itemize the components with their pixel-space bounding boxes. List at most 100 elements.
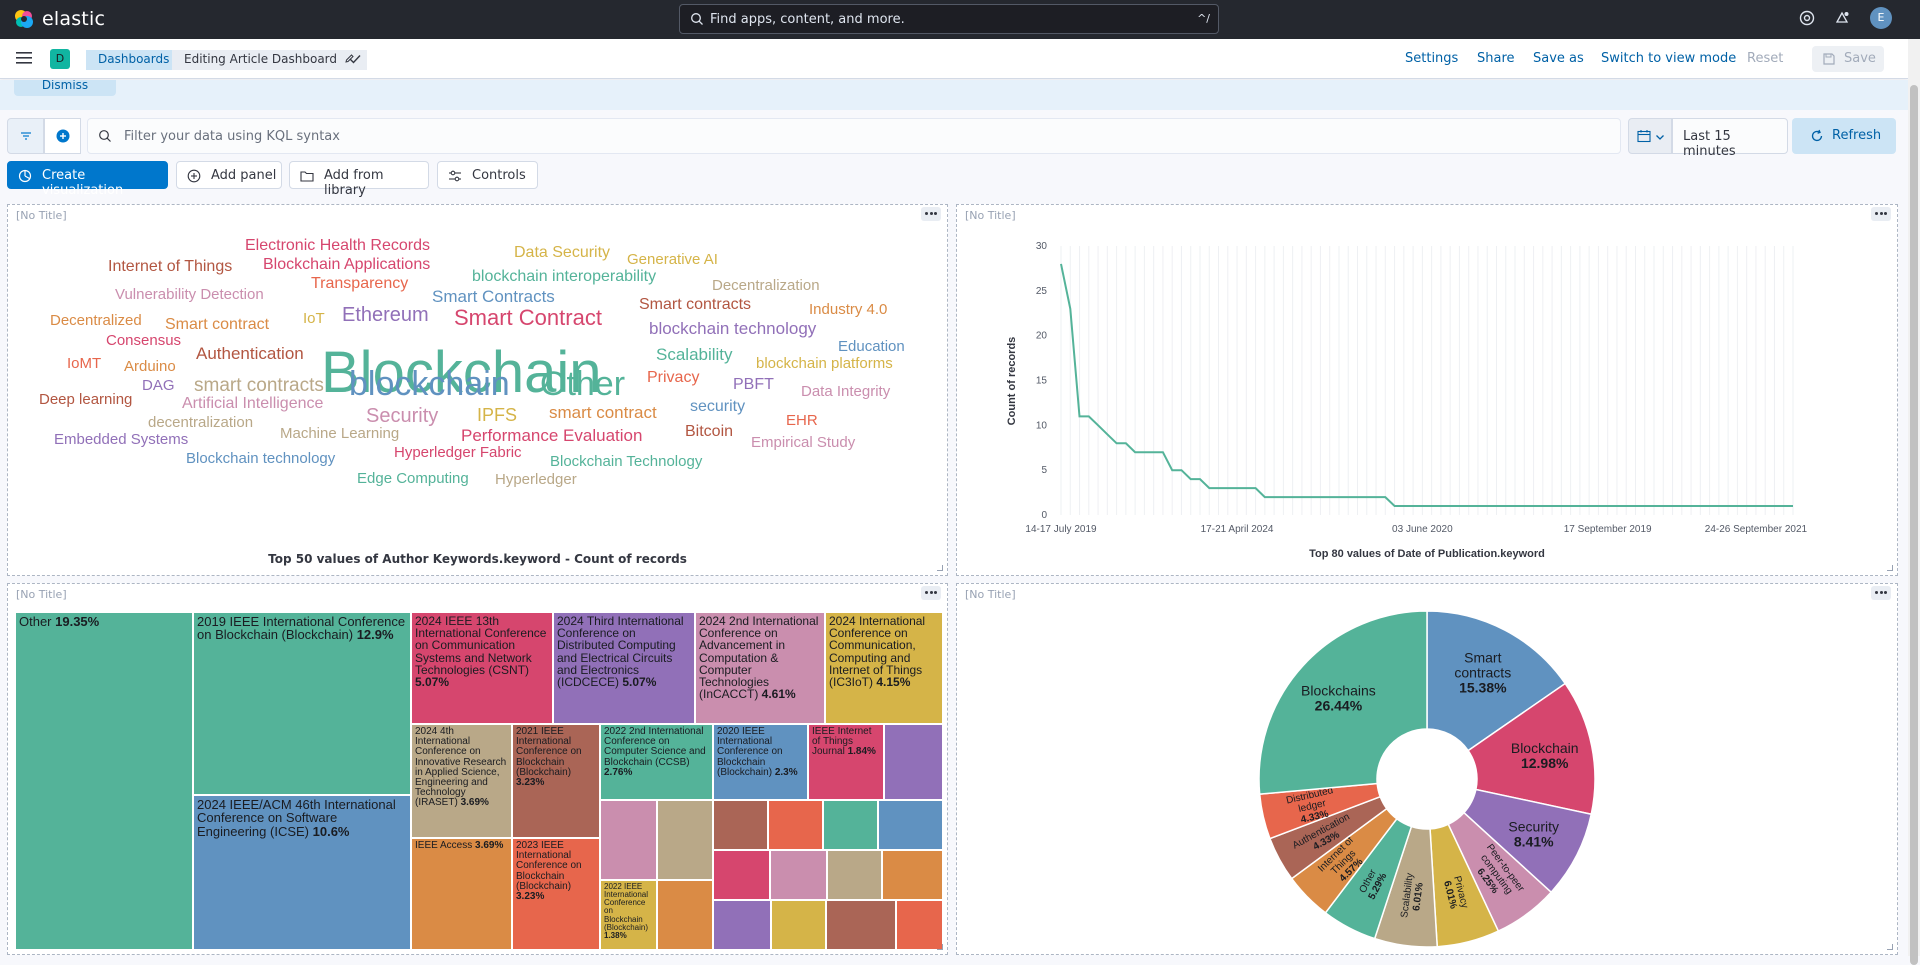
treemap-cell-2022-2nd-international-conference-on-com[interactable]: 2022 2nd International Conference on Com… — [600, 724, 713, 800]
kql-query-input[interactable]: Filter your data using KQL syntax — [87, 118, 1621, 154]
save-button[interactable]: Save — [1812, 46, 1884, 72]
wordcloud-word[interactable]: Scalability — [656, 346, 733, 363]
wordcloud-word[interactable]: PBFT — [733, 377, 774, 393]
newsfeed-icon[interactable] — [1834, 10, 1850, 26]
wordcloud-word[interactable]: Smart Contract — [454, 307, 602, 329]
panel-options-button[interactable] — [921, 207, 941, 221]
treemap-cell[interactable] — [657, 880, 713, 950]
treemap-cell[interactable] — [657, 800, 713, 880]
wordcloud-word[interactable]: Blockchain technology — [186, 451, 335, 466]
wordcloud-word[interactable]: blockchain interoperability — [472, 269, 656, 285]
add-from-library-button[interactable]: Add from library — [289, 161, 429, 198]
wordcloud-word[interactable]: Data Integrity — [801, 384, 890, 399]
wordcloud-word[interactable]: Other — [540, 367, 625, 401]
page-scrollbar[interactable] — [1908, 39, 1920, 965]
add-panel-button[interactable]: Add panel — [176, 161, 282, 189]
quick-date-menu-button[interactable] — [1628, 118, 1672, 154]
treemap-cell[interactable] — [713, 850, 770, 900]
wordcloud-word[interactable]: Blockchain Technology — [550, 454, 702, 469]
wordcloud-word[interactable]: smart contracts — [194, 376, 324, 395]
wordcloud-word[interactable]: Performance Evaluation — [461, 427, 642, 444]
wordcloud-word[interactable]: Ethereum — [342, 305, 429, 325]
treemap-cell[interactable] — [884, 724, 943, 800]
wordcloud-word[interactable]: Hyperledger Fabric — [394, 445, 522, 460]
treemap-cell-2024-4th-international-conference-on-inn[interactable]: 2024 4th International Conference on Inn… — [411, 724, 512, 838]
wordcloud-word[interactable]: Artificial Intelligence — [182, 396, 323, 412]
resize-handle[interactable] — [1887, 944, 1893, 950]
wordcloud-word[interactable]: IPFS — [477, 406, 517, 424]
treemap-cell-2024-ieee-13th-international-conference-[interactable]: 2024 IEEE 13th International Conference … — [411, 612, 553, 724]
treemap-cell[interactable] — [826, 900, 896, 950]
wordcloud-word[interactable]: Smart Contracts — [432, 288, 555, 305]
add-filter-button[interactable] — [44, 118, 81, 154]
wordcloud-word[interactable]: Consensus — [106, 333, 181, 348]
treemap-cell[interactable] — [713, 900, 771, 950]
wordcloud-word[interactable]: Deep learning — [39, 392, 132, 407]
wordcloud-word[interactable]: smart contract — [549, 404, 657, 421]
scrollbar-thumb[interactable] — [1910, 85, 1918, 965]
dismiss-button[interactable]: Dismiss — [14, 80, 116, 96]
wordcloud-word[interactable]: Internet of Things — [108, 259, 232, 275]
wordcloud-word[interactable]: Hyperledger — [495, 472, 577, 487]
wordcloud-word[interactable]: Industry 4.0 — [809, 302, 887, 317]
wordcloud-word[interactable]: decentralization — [148, 415, 253, 430]
treemap-cell-ieee-internet-of-things-journal[interactable]: IEEE Internet of Things Journal 1.84% — [808, 724, 884, 800]
series-line[interactable] — [1060, 263, 1793, 507]
treemap-cell[interactable] — [896, 900, 943, 950]
wordcloud-word[interactable]: Empirical Study — [751, 435, 855, 450]
treemap-cell[interactable] — [713, 800, 768, 850]
treemap-cell[interactable] — [882, 850, 943, 900]
wordcloud-word[interactable]: Education — [838, 339, 905, 354]
wordcloud-word[interactable]: IoT — [303, 311, 325, 326]
elastic-logo[interactable]: elastic — [14, 8, 105, 30]
resize-handle[interactable] — [1887, 565, 1893, 571]
global-search-input[interactable]: Find apps, content, and more. ^/ — [679, 4, 1219, 34]
wordcloud-word[interactable]: Bitcoin — [685, 424, 733, 440]
wordcloud-word[interactable]: IoMT — [67, 356, 101, 371]
help-icon[interactable] — [1799, 10, 1815, 26]
treemap-cell-2022-ieee-international-conference-on-bl[interactable]: 2022 IEEE International Conference on Bl… — [600, 880, 657, 950]
treemap-cell-other[interactable]: Other 19.35% — [15, 612, 193, 950]
wordcloud-word[interactable]: blockchain platforms — [756, 356, 893, 371]
wordcloud-word[interactable]: Decentralization — [712, 278, 820, 293]
wordcloud-word[interactable]: Vulnerability Detection — [115, 287, 264, 302]
settings-link[interactable]: Settings — [1405, 51, 1458, 66]
wordcloud-word[interactable]: Privacy — [647, 370, 699, 386]
treemap-cell[interactable] — [823, 800, 878, 850]
treemap-cell-2024-2nd-international-conference-on-adv[interactable]: 2024 2nd International Conference on Adv… — [695, 612, 825, 724]
treemap-cell[interactable] — [827, 850, 882, 900]
share-link[interactable]: Share — [1477, 51, 1515, 66]
treemap-cell-2024-third-international-conference-on-d[interactable]: 2024 Third International Conference on D… — [553, 612, 695, 724]
wordcloud-word[interactable]: Authentication — [196, 345, 304, 362]
user-avatar[interactable]: E — [1870, 7, 1892, 29]
wordcloud-word[interactable]: Smart contract — [165, 317, 269, 333]
wordcloud-word[interactable]: Arduino — [124, 359, 176, 374]
reset-link[interactable]: Reset — [1747, 51, 1783, 66]
wordcloud-word[interactable]: Machine Learning — [280, 426, 399, 441]
wordcloud-word[interactable]: Security — [366, 406, 438, 426]
wordcloud-word[interactable]: Embedded Systems — [54, 432, 188, 447]
menu-icon[interactable] — [16, 51, 32, 65]
treemap-cell[interactable] — [600, 800, 657, 880]
wordcloud-word[interactable]: blockchain — [349, 367, 510, 401]
resize-handle[interactable] — [937, 944, 943, 950]
treemap-cell-2023-ieee-international-conference-on-bl[interactable]: 2023 IEEE International Conference on Bl… — [512, 838, 600, 950]
wordcloud-word[interactable]: Smart contracts — [639, 297, 751, 313]
wordcloud-word[interactable]: Generative AI — [627, 252, 718, 267]
create-visualization-button[interactable]: Create visualization — [7, 161, 168, 198]
treemap-cell-2020-ieee-international-conference-on-bl[interactable]: 2020 IEEE International Conference on Bl… — [713, 724, 808, 800]
wordcloud-word[interactable]: Decentralized — [50, 313, 142, 328]
wordcloud-word[interactable]: Data Security — [514, 245, 610, 261]
wordcloud-word[interactable]: blockchain technology — [649, 320, 816, 337]
switch-view-mode-link[interactable]: Switch to view mode — [1601, 51, 1736, 66]
save-as-link[interactable]: Save as — [1533, 51, 1584, 66]
panel-options-button[interactable] — [921, 586, 941, 600]
wordcloud-word[interactable]: DAG — [142, 378, 175, 393]
treemap-cell-2019-ieee-international-conference-on-bl[interactable]: 2019 IEEE International Conference on Bl… — [193, 612, 411, 795]
check-icon[interactable] — [348, 52, 362, 66]
treemap-cell[interactable] — [770, 850, 827, 900]
wordcloud-word[interactable]: Transparency — [311, 276, 408, 292]
breadcrumb-dashboards[interactable]: Dashboards — [86, 50, 182, 70]
space-avatar[interactable]: D — [50, 49, 70, 69]
wordcloud-word[interactable]: Edge Computing — [357, 471, 469, 486]
